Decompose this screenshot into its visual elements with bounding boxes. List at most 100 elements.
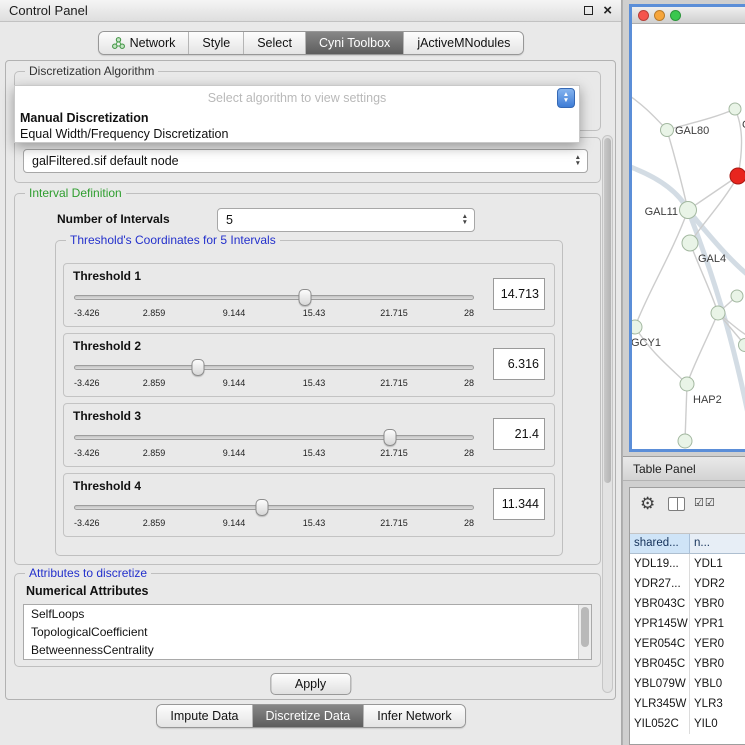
column-header-name[interactable]: n... [690, 534, 745, 553]
slider-knob[interactable] [298, 289, 311, 306]
cell-name[interactable]: YDL1 [690, 554, 745, 574]
cell-name[interactable]: YIL0 [690, 714, 745, 734]
cell-shared-name[interactable]: YIL052C [630, 714, 690, 734]
option-manual-discretization[interactable]: Manual Discretization [15, 110, 579, 126]
tick-label: 2.859 [143, 378, 166, 388]
column-header-shared-name[interactable]: shared... [630, 534, 690, 553]
gear-icon[interactable]: ⚙ [640, 494, 655, 514]
columns-icon[interactable] [668, 497, 685, 511]
table-row[interactable]: YBL079WYBL0 [630, 674, 745, 694]
slider-track[interactable] [74, 295, 474, 300]
tab-style[interactable]: Style [188, 32, 243, 54]
cell-shared-name[interactable]: YBL079W [630, 674, 690, 694]
list-item[interactable]: TopologicalCoefficient [24, 623, 591, 641]
tab-label: Impute Data [170, 709, 238, 723]
selected-red-node[interactable] [730, 168, 745, 184]
network-node[interactable] [711, 306, 725, 320]
list-scrollbar[interactable] [578, 605, 591, 659]
threshold-slider[interactable] [74, 358, 474, 376]
slider-track[interactable] [74, 435, 474, 440]
combobox-stepper-icon[interactable]: ▲ ▼ [557, 88, 575, 108]
network-node[interactable] [632, 320, 642, 334]
network-node[interactable] [661, 124, 674, 137]
network-node[interactable] [678, 434, 692, 448]
slider-knob[interactable] [256, 499, 269, 516]
slider-track[interactable] [74, 505, 474, 510]
table-data-combobox[interactable]: galFiltered.sif default node ▲ ▼ [23, 149, 588, 173]
cell-shared-name[interactable]: YER054C [630, 634, 690, 654]
threshold-value-field[interactable]: 14.713 [493, 278, 545, 310]
threshold-value-field[interactable]: 21.4 [493, 418, 545, 450]
down-arrow-icon: ▼ [563, 98, 569, 104]
tab-discretize-data[interactable]: Discretize Data [252, 705, 364, 727]
cell-name[interactable]: YDR2 [690, 574, 745, 594]
tab-impute-data[interactable]: Impute Data [157, 705, 251, 727]
cell-name[interactable]: YBR0 [690, 594, 745, 614]
tick-label: -3.426 [74, 308, 100, 318]
tick-label: 2.859 [143, 518, 166, 528]
table-panel-titlebar[interactable]: Table Panel [623, 456, 745, 481]
table-row[interactable]: YER054CYER0 [630, 634, 745, 654]
list-item[interactable]: BetweennessCentrality [24, 641, 591, 659]
table-row[interactable]: YBR043CYBR0 [630, 594, 745, 614]
cell-shared-name[interactable]: YDR27... [630, 574, 690, 594]
cell-shared-name[interactable]: YDL19... [630, 554, 690, 574]
tab-infer-network[interactable]: Infer Network [363, 705, 464, 727]
tab-jactivemnodules[interactable]: jActiveMNodules [403, 32, 523, 54]
slider-knob[interactable] [384, 429, 397, 446]
zoom-traffic-light-icon[interactable] [670, 10, 681, 21]
tab-cyni-toolbox[interactable]: Cyni Toolbox [305, 32, 403, 54]
cell-shared-name[interactable]: YLR345W [630, 694, 690, 714]
close-icon[interactable]: × [603, 3, 612, 18]
table-data-group: Table Data galFiltered.sif default node … [14, 137, 601, 183]
network-node[interactable] [739, 339, 745, 352]
table-row[interactable]: YIL052CYIL0 [630, 714, 745, 734]
numerical-attributes-list[interactable]: SelfLoops TopologicalCoefficient Between… [23, 604, 592, 660]
scrollbar-thumb[interactable] [581, 607, 589, 647]
cell-shared-name[interactable]: YBR043C [630, 594, 690, 614]
network-node[interactable] [682, 235, 698, 251]
slider-ticks: -3.426 2.859 9.144 15.43 21.715 28 [74, 378, 474, 390]
select-columns-icon[interactable]: ☑☑ [694, 496, 716, 509]
scrollbar-thumb[interactable] [604, 138, 611, 483]
table-row[interactable]: YLR345WYLR3 [630, 694, 745, 714]
network-window-titlebar[interactable] [632, 7, 745, 24]
threshold-value-field[interactable]: 6.316 [493, 348, 545, 380]
algorithm-combobox[interactable]: Select algorithm to view settings ▲ ▼ [15, 86, 579, 110]
threshold-value-field[interactable]: 11.344 [493, 488, 545, 520]
cell-name[interactable]: YBR0 [690, 654, 745, 674]
threshold-slider[interactable] [74, 288, 474, 306]
threshold-slider[interactable] [74, 428, 474, 446]
table-row[interactable]: YDR27...YDR2 [630, 574, 745, 594]
list-item[interactable]: SelfLoops [24, 605, 591, 623]
slider-track[interactable] [74, 365, 474, 370]
tick-label: 28 [464, 448, 474, 458]
tab-select[interactable]: Select [243, 32, 305, 54]
table-row[interactable]: YBR045CYBR0 [630, 654, 745, 674]
apply-button[interactable]: Apply [270, 673, 351, 695]
panel-scrollbar[interactable] [602, 135, 613, 693]
close-traffic-light-icon[interactable] [638, 10, 649, 21]
cell-name[interactable]: YPR1 [690, 614, 745, 634]
num-intervals-combobox[interactable]: 5 ▲ ▼ [217, 208, 475, 232]
network-node[interactable] [680, 202, 697, 219]
network-node[interactable] [680, 377, 694, 391]
threshold-slider[interactable] [74, 498, 474, 516]
cell-shared-name[interactable]: YPR145W [630, 614, 690, 634]
cell-name[interactable]: YBL0 [690, 674, 745, 694]
network-node[interactable] [731, 290, 743, 302]
minimize-traffic-light-icon[interactable] [654, 10, 665, 21]
cell-shared-name[interactable]: YBR045C [630, 654, 690, 674]
slider-knob[interactable] [192, 359, 205, 376]
network-node[interactable] [729, 103, 741, 115]
network-canvas[interactable]: GAL80 GAL11 GAL4 GCY1 HAP2 GA [632, 24, 745, 449]
table-row[interactable]: YDL19...YDL1 [630, 554, 745, 574]
cell-name[interactable]: YER0 [690, 634, 745, 654]
network-view-window[interactable]: GAL80 GAL11 GAL4 GCY1 HAP2 GA [629, 4, 745, 452]
tick-label: -3.426 [74, 518, 100, 528]
table-row[interactable]: YPR145WYPR1 [630, 614, 745, 634]
float-window-icon[interactable] [584, 6, 593, 15]
tab-network[interactable]: Network [99, 32, 189, 54]
option-equal-width-frequency[interactable]: Equal Width/Frequency Discretization [15, 126, 579, 142]
cell-name[interactable]: YLR3 [690, 694, 745, 714]
